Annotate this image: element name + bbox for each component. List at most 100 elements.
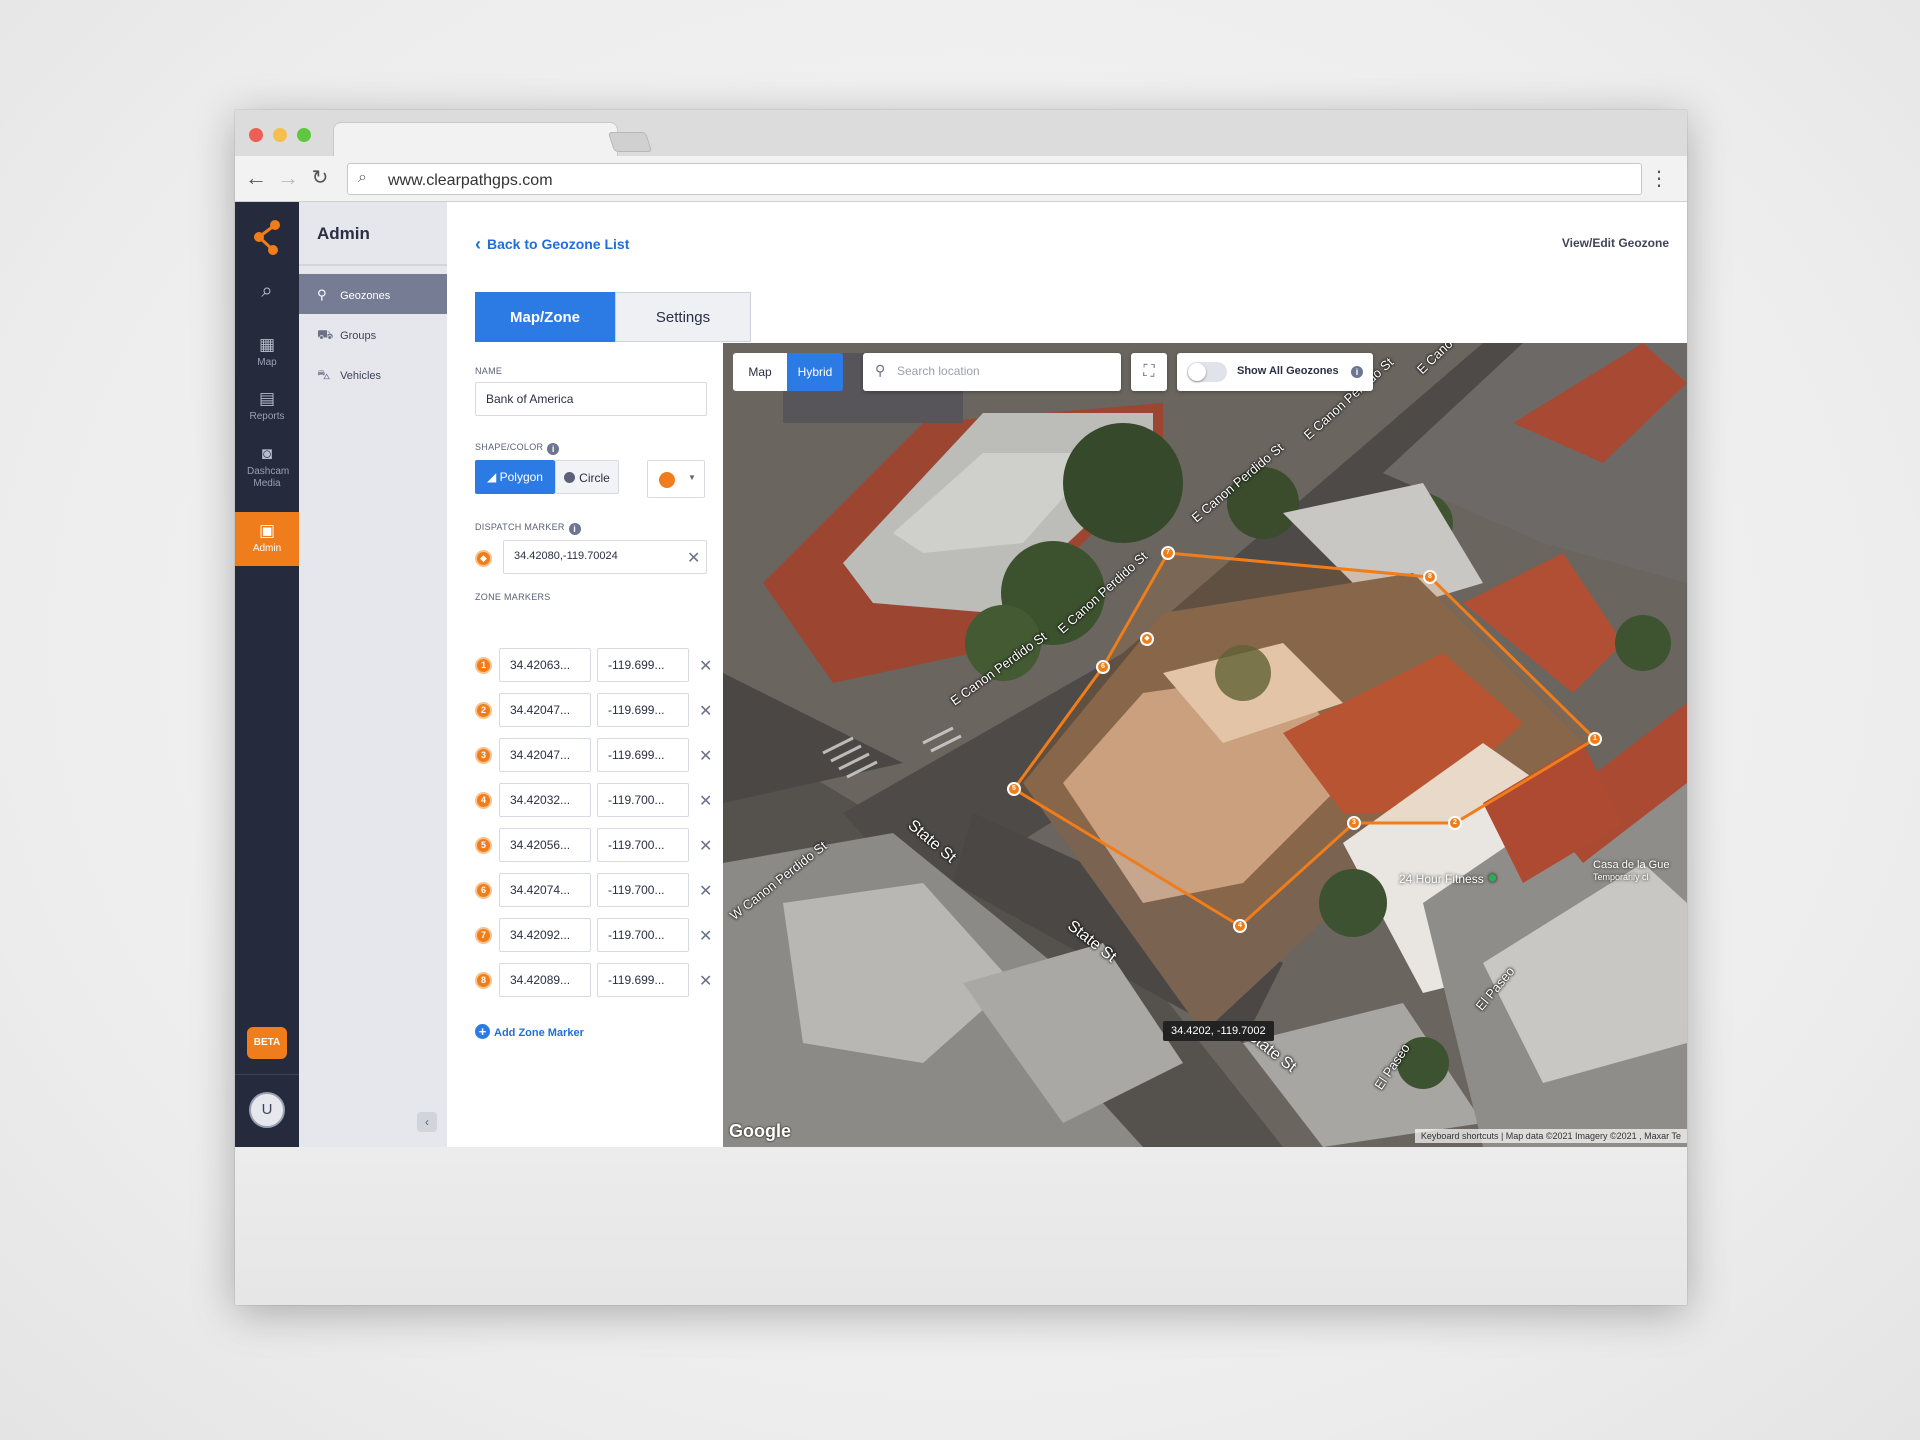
arrow-left-icon[interactable]: ← (243, 164, 269, 192)
zone-marker-lng-field[interactable]: -119.700... (597, 783, 689, 817)
map-icon: ▦ (258, 335, 276, 354)
remove-zone-marker-button[interactable]: ✕ (699, 926, 712, 946)
subnav-item-geozones[interactable]: ⚲ Geozones (299, 274, 447, 314)
subnav-item-vehicles[interactable]: ⛍ Vehicles (299, 354, 447, 394)
zoom-window-button[interactable] (297, 128, 311, 142)
zone-marker-lng-field[interactable]: -119.700... (597, 828, 689, 862)
zone-marker-lat-field[interactable]: 34.42074... (499, 873, 591, 907)
rail-divider (235, 1074, 299, 1075)
zone-marker-badge: 2 (475, 702, 492, 719)
subnav-item-label: Geozones (340, 290, 391, 302)
close-window-button[interactable] (249, 128, 263, 142)
rail-item-map[interactable]: ▦ Map (235, 335, 299, 377)
back-link-label: Back to Geozone List (487, 236, 630, 252)
poi-label-casa[interactable]: Casa de la Gue Temporarily cl (1593, 859, 1669, 883)
rail-item-reports[interactable]: ▤ Reports (235, 389, 299, 431)
browser-tab[interactable] (333, 122, 618, 158)
pin-icon: ⚲ (317, 287, 327, 302)
remove-zone-marker-button[interactable]: ✕ (699, 836, 712, 856)
clear-dispatch-marker-button[interactable]: ✕ (687, 548, 700, 568)
fit-zone-icon[interactable]: ⛶ (1131, 353, 1167, 391)
cursor-coordinates-tooltip: 34.4202, -119.7002 (1163, 1021, 1274, 1041)
zone-marker-lat-field[interactable]: 34.42056... (499, 828, 591, 862)
address-bar[interactable]: ⌕ www.clearpathgps.com (347, 163, 1642, 195)
zone-marker-badge: 6 (475, 882, 492, 899)
dispatch-marker-pin[interactable]: ◆ (1140, 632, 1154, 646)
beta-badge[interactable]: BETA (247, 1027, 287, 1059)
zone-vertex-5[interactable]: 5 (1007, 782, 1021, 796)
car-icon: ⛍ (317, 367, 331, 382)
map-attribution[interactable]: Keyboard shortcuts | Map data ©2021 Imag… (1414, 1129, 1687, 1143)
zone-marker-lat-field[interactable]: 34.42047... (499, 738, 591, 772)
zone-vertex-7[interactable]: 7 (1161, 546, 1175, 560)
remove-zone-marker-button[interactable]: ✕ (699, 881, 712, 901)
map-type-map-button[interactable]: Map (733, 353, 787, 391)
tab-map-zone[interactable]: Map/Zone (475, 292, 615, 342)
browser-empty-area (235, 1147, 1687, 1305)
clearpath-logo[interactable] (249, 217, 285, 257)
subnav-item-label: Groups (340, 330, 377, 342)
zone-marker-lng-field[interactable]: -119.699... (597, 738, 689, 772)
rail-item-label: Reports (249, 411, 285, 422)
zone-marker-lat-field[interactable]: 34.42092... (499, 918, 591, 952)
polygon-button[interactable]: ◢ Polygon (475, 460, 555, 494)
zone-vertex-4[interactable]: 4 (1233, 919, 1247, 933)
reload-icon[interactable]: ↻ (307, 164, 333, 192)
subnav-item-groups[interactable]: ⛟ Groups (299, 314, 447, 354)
search-icon: ⌕ (261, 280, 273, 302)
info-icon[interactable]: i (547, 443, 560, 455)
circle-icon (564, 472, 576, 483)
remove-zone-marker-button[interactable]: ✕ (699, 656, 712, 676)
subnav-title: Admin (299, 202, 447, 266)
zone-marker-lng-field[interactable]: -119.699... (597, 648, 689, 682)
remove-zone-marker-button[interactable]: ✕ (699, 791, 712, 811)
remove-zone-marker-button[interactable]: ✕ (699, 701, 712, 721)
add-zone-marker-button[interactable]: + Add Zone Marker (475, 1024, 584, 1039)
name-field[interactable]: Bank of America (475, 382, 707, 416)
poi-label-fitness[interactable]: 24 Hour Fitness ● (1399, 867, 1498, 888)
collapse-sidebar-button[interactable]: ‹ (417, 1112, 437, 1132)
zone-marker-badge: 4 (475, 792, 492, 809)
rail-item-dashcam-media[interactable]: ◙ Dashcam Media (235, 444, 299, 500)
map-search-input[interactable]: ⚲ Search location (863, 353, 1121, 391)
show-all-geozones-toggle[interactable]: Show All Geozones i (1177, 353, 1373, 391)
rail-item-admin[interactable]: ▣ Admin (235, 512, 299, 566)
info-icon[interactable]: i (1351, 366, 1363, 378)
zone-marker-lng-field[interactable]: -119.699... (597, 693, 689, 727)
zone-marker-lng-field[interactable]: -119.699... (597, 963, 689, 997)
document-icon: ▤ (258, 389, 276, 408)
satellite-map[interactable]: 1 2 3 4 5 6 7 8 ◆ E Canon Perdido St E C… (723, 343, 1687, 1147)
zone-marker-lat-field[interactable]: 34.42089... (499, 963, 591, 997)
zone-color-picker[interactable]: ▼ (647, 460, 705, 498)
avatar[interactable]: U (249, 1092, 285, 1128)
zone-vertex-8[interactable]: 8 (1423, 570, 1437, 584)
zone-marker-lng-field[interactable]: -119.700... (597, 873, 689, 907)
chevron-left-icon: ‹ (475, 234, 481, 254)
new-tab-button[interactable] (607, 132, 653, 152)
zone-marker-lng-field[interactable]: -119.700... (597, 918, 689, 952)
zone-marker-lat-field[interactable]: 34.42032... (499, 783, 591, 817)
dispatch-marker-field[interactable]: 34.42080,-119.70024 (503, 540, 707, 574)
rail-item-search[interactable]: ⌕ (235, 280, 299, 314)
back-to-geozone-list-link[interactable]: ‹ Back to Geozone List (475, 234, 629, 255)
main-content: ‹ Back to Geozone List View/Edit Geozone … (447, 202, 1687, 1147)
toggle-switch[interactable] (1187, 362, 1227, 382)
info-icon[interactable]: i (568, 523, 581, 535)
location-pin-icon: ⚲ (875, 362, 886, 378)
zone-vertex-3[interactable]: 3 (1347, 816, 1361, 830)
map-pin-icon: ● (1487, 867, 1498, 887)
map-type-hybrid-button[interactable]: Hybrid (787, 353, 843, 391)
minimize-window-button[interactable] (273, 128, 287, 142)
zone-marker-lat-field[interactable]: 34.42063... (499, 648, 591, 682)
zone-marker-lat-field[interactable]: 34.42047... (499, 693, 591, 727)
zone-vertex-6[interactable]: 6 (1096, 660, 1110, 674)
zone-vertex-1[interactable]: 1 (1588, 732, 1602, 746)
remove-zone-marker-button[interactable]: ✕ (699, 971, 712, 991)
zone-vertex-2[interactable]: 2 (1448, 816, 1462, 830)
rail-item-label: Admin (252, 543, 282, 554)
browser-menu-icon[interactable]: ⋮ (1649, 166, 1669, 191)
circle-button[interactable]: Circle (555, 460, 619, 494)
remove-zone-marker-button[interactable]: ✕ (699, 746, 712, 766)
tab-settings[interactable]: Settings (615, 292, 751, 342)
arrow-right-icon[interactable]: → (275, 164, 301, 192)
